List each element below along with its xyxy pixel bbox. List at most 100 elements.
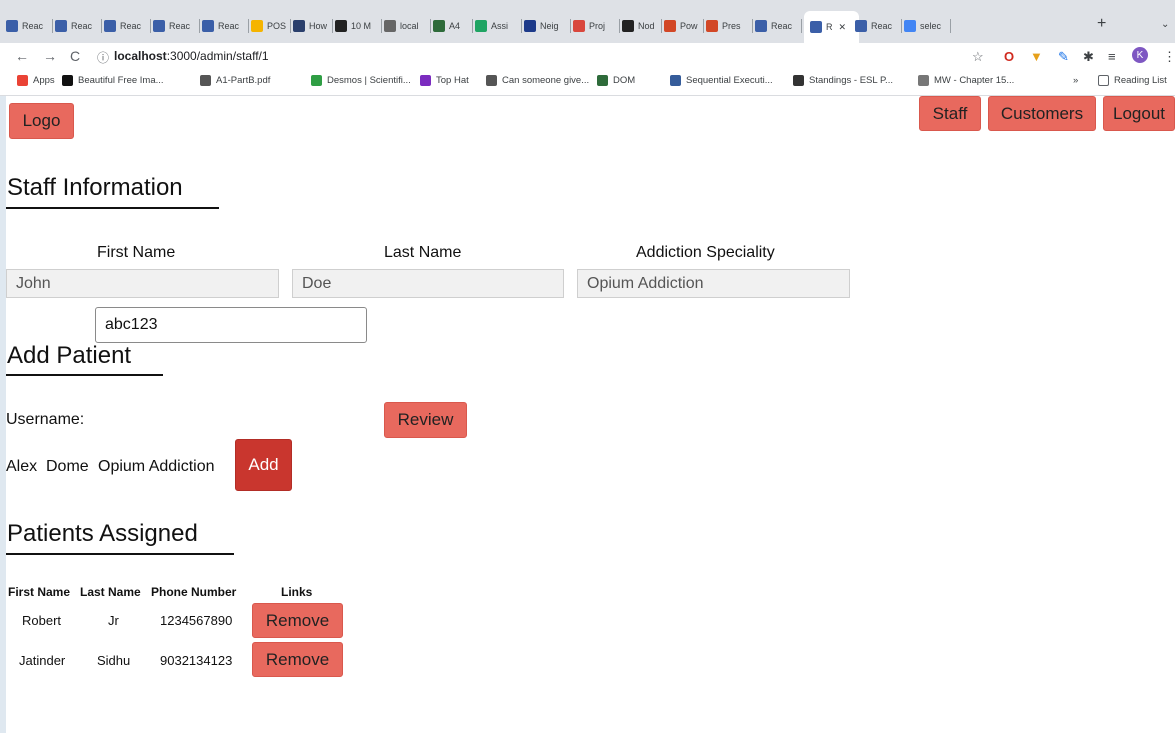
result-first-name: Alex bbox=[6, 458, 38, 475]
browser-tab[interactable]: Pres bbox=[706, 14, 753, 38]
reading-list-label: Reading List bbox=[1114, 75, 1167, 86]
tab-favicon-icon bbox=[524, 20, 536, 32]
tab-favicon-icon bbox=[622, 20, 634, 32]
bookmark-favicon-icon bbox=[597, 75, 608, 86]
browser-tab[interactable]: Reac bbox=[202, 14, 249, 38]
browser-tab[interactable]: Reac bbox=[6, 14, 53, 38]
column-header-phone-number: Phone Number bbox=[151, 585, 237, 599]
remove-patient-button[interactable]: Remove bbox=[252, 603, 343, 638]
patient-first-name: Jatinder bbox=[19, 653, 66, 668]
apps-bookmark[interactable]: Apps bbox=[17, 75, 55, 86]
result-speciality: Opium Addiction bbox=[98, 458, 215, 475]
menu-kebab-icon[interactable]: ⋮ bbox=[1163, 49, 1175, 65]
tab-separator bbox=[248, 19, 249, 33]
browser-tab[interactable]: Reac bbox=[855, 14, 902, 38]
tab-title: How bbox=[309, 21, 328, 31]
bookmark-label: Sequential Executi... bbox=[686, 75, 773, 86]
bookmark-item[interactable]: Standings - ESL P... bbox=[793, 75, 893, 86]
bookmark-item[interactable]: Desmos | Scientifi... bbox=[311, 75, 411, 86]
new-tab-button[interactable]: + bbox=[1097, 15, 1106, 33]
bookmark-item[interactable]: Sequential Executi... bbox=[670, 75, 773, 86]
browser-tab[interactable]: selec bbox=[904, 14, 951, 38]
browser-tab[interactable]: Neig bbox=[524, 14, 571, 38]
patient-last-name: Jr bbox=[108, 613, 119, 628]
bookmark-favicon-icon bbox=[793, 75, 804, 86]
browser-tab[interactable]: 10 M bbox=[335, 14, 382, 38]
logout-button[interactable]: Logout bbox=[1103, 96, 1175, 131]
browser-tab[interactable]: Pow bbox=[664, 14, 704, 38]
browser-tab[interactable]: POS bbox=[251, 14, 291, 38]
tab-title: Reac bbox=[71, 21, 93, 31]
add-button[interactable]: Add bbox=[235, 439, 292, 491]
bookmark-label: Beautiful Free Ima... bbox=[78, 75, 164, 86]
address-bar[interactable]: localhost:3000/admin/staff/1 bbox=[114, 49, 269, 63]
tab-title: 10 M bbox=[351, 21, 372, 31]
tab-separator bbox=[381, 19, 382, 33]
reload-icon[interactable]: C bbox=[70, 48, 80, 64]
column-header-last-name: Last Name bbox=[80, 585, 141, 599]
bookmark-item[interactable]: DOM bbox=[597, 75, 635, 86]
browser-tab[interactable]: Assi bbox=[475, 14, 522, 38]
tab-title: Neig bbox=[540, 21, 559, 31]
tab-separator bbox=[619, 19, 620, 33]
bookmark-favicon-icon bbox=[486, 75, 497, 86]
last-name-field[interactable]: Doe bbox=[292, 269, 564, 298]
tab-title: A4 bbox=[449, 21, 461, 31]
bookmark-item[interactable]: Top Hat bbox=[420, 75, 469, 86]
bookmark-item[interactable]: Beautiful Free Ima... bbox=[62, 75, 164, 86]
browser-tab[interactable]: Reac bbox=[104, 14, 151, 38]
media-queue-icon[interactable]: ≡ bbox=[1108, 49, 1116, 64]
review-button[interactable]: Review bbox=[384, 402, 467, 438]
tab-favicon-icon bbox=[153, 20, 165, 32]
tab-title: Nod bbox=[638, 21, 655, 31]
tab-search-chevron-icon[interactable]: ⌄ bbox=[1161, 19, 1169, 30]
bookmark-star-icon[interactable]: ☆ bbox=[972, 49, 984, 65]
browser-tab[interactable]: How bbox=[293, 14, 333, 38]
remove-patient-button[interactable]: Remove bbox=[252, 642, 343, 677]
staff-nav-button[interactable]: Staff bbox=[919, 96, 981, 131]
username-label: Username: bbox=[6, 411, 85, 428]
bookmark-item[interactable]: MW - Chapter 15... bbox=[918, 75, 1014, 86]
addiction-speciality-label: Addiction Speciality bbox=[636, 244, 775, 261]
bookmark-item[interactable]: A1-PartB.pdf bbox=[200, 75, 270, 86]
first-name-field[interactable]: John bbox=[6, 269, 279, 298]
opera-extension-icon[interactable]: O bbox=[1004, 49, 1014, 64]
forward-arrow-icon[interactable]: → bbox=[43, 48, 57, 64]
close-tab-icon[interactable]: ✕ bbox=[839, 22, 847, 33]
column-header-links: Links bbox=[281, 585, 313, 599]
username-input[interactable] bbox=[95, 307, 367, 343]
tab-title: Reac bbox=[218, 21, 240, 31]
info-icon[interactable]: ⓘ bbox=[97, 49, 109, 66]
customers-nav-button[interactable]: Customers bbox=[988, 96, 1096, 131]
bookmark-label: Top Hat bbox=[436, 75, 469, 86]
heading-underline bbox=[6, 374, 163, 376]
tab-separator bbox=[801, 19, 802, 33]
back-arrow-icon[interactable]: ← bbox=[15, 48, 29, 64]
tab-favicon-icon bbox=[904, 20, 916, 32]
tab-active[interactable]: R ✕ bbox=[804, 11, 859, 43]
pen-extension-icon[interactable]: ✎ bbox=[1058, 49, 1069, 65]
bookmark-label: MW - Chapter 15... bbox=[934, 75, 1015, 86]
browser-tab[interactable]: local bbox=[384, 14, 431, 38]
fox-extension-icon[interactable]: ▼ bbox=[1030, 49, 1043, 64]
bookmark-favicon-icon bbox=[200, 75, 211, 86]
tab-favicon-icon bbox=[755, 20, 767, 32]
tab-favicon-icon bbox=[810, 21, 822, 33]
browser-tab[interactable]: Nod bbox=[622, 14, 662, 38]
tab-favicon-icon bbox=[104, 20, 116, 32]
logo-button[interactable]: Logo bbox=[9, 103, 74, 139]
bookmark-item[interactable]: Can someone give... bbox=[486, 75, 589, 86]
bookmark-label: Desmos | Scientifi... bbox=[327, 75, 411, 86]
reading-list-button[interactable]: Reading List bbox=[1098, 75, 1167, 86]
browser-tab[interactable]: Reac bbox=[153, 14, 200, 38]
puzzle-extensions-icon[interactable]: ✱ bbox=[1083, 49, 1094, 65]
tab-separator bbox=[661, 19, 662, 33]
browser-tab[interactable]: Reac bbox=[55, 14, 102, 38]
browser-tab[interactable]: Reac bbox=[755, 14, 802, 38]
patients-assigned-heading: Patients Assigned bbox=[7, 520, 198, 547]
browser-tab[interactable]: A4 bbox=[433, 14, 473, 38]
profile-avatar[interactable]: K bbox=[1132, 47, 1148, 63]
bookmarks-overflow-button[interactable]: » bbox=[1073, 75, 1078, 86]
browser-tab[interactable]: Proj bbox=[573, 14, 620, 38]
addiction-speciality-field[interactable]: Opium Addiction bbox=[577, 269, 850, 298]
